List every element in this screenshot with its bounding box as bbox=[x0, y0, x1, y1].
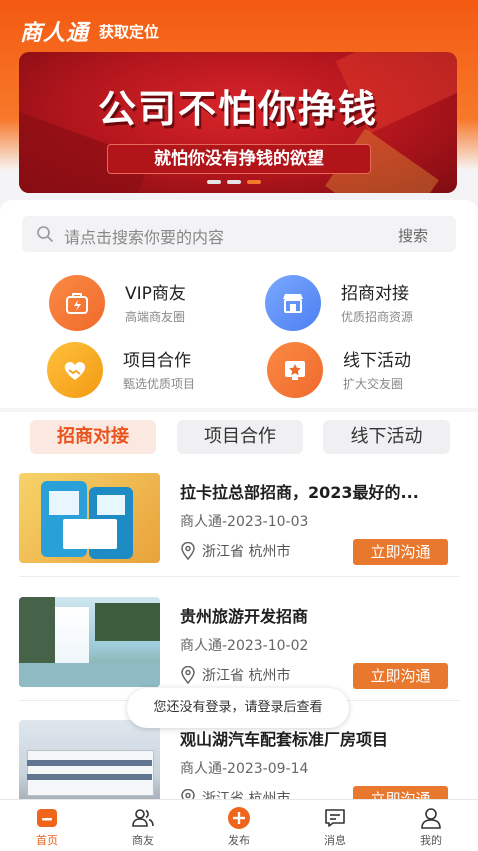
search-button[interactable]: 搜索 bbox=[398, 225, 428, 246]
location-pin-icon bbox=[181, 666, 195, 684]
profile-icon bbox=[421, 808, 441, 829]
menu-title: 线下活动 bbox=[343, 351, 411, 371]
app-logo: 商人通 bbox=[20, 21, 90, 46]
menu-title: VIP商友 bbox=[125, 284, 186, 304]
tabbar-label: 发布 bbox=[228, 834, 250, 847]
search-bar[interactable]: 请点击搜索你要的内容 搜索 bbox=[22, 216, 456, 252]
menu-vip[interactable]: VIP商友 高端商友圈 bbox=[49, 275, 259, 335]
listing-meta: 商人通-2023-10-02 bbox=[180, 638, 309, 654]
bag-lightning-icon bbox=[49, 275, 105, 331]
tabbar-friends[interactable]: 商友 bbox=[108, 800, 178, 851]
menu-subtitle: 甄选优质项目 bbox=[123, 377, 196, 391]
menu-title: 项目合作 bbox=[123, 351, 191, 371]
promo-banner[interactable]: 公司不怕你挣钱 就怕你没有挣钱的欲望 bbox=[19, 52, 457, 193]
menu-subtitle: 扩大交友圈 bbox=[343, 377, 404, 391]
menu-subtitle: 高端商友圈 bbox=[125, 310, 186, 324]
banner-indicator bbox=[207, 180, 261, 184]
menu-offline-events[interactable]: 线下活动 扩大交友圈 bbox=[267, 342, 477, 402]
bottom-tab-bar: 首页 商友 发布 消息 我的 bbox=[0, 799, 478, 851]
banner-subtitle: 就怕你没有挣钱的欲望 bbox=[107, 144, 371, 174]
tabbar-label: 首页 bbox=[36, 834, 58, 847]
listing-location: 浙江省 杭州市 bbox=[180, 541, 290, 561]
listing-location: 浙江省 杭州市 bbox=[180, 665, 290, 685]
listing-title: 贵州旅游开发招商 bbox=[180, 607, 309, 626]
listing-meta: 商人通-2023-10-03 bbox=[180, 514, 309, 530]
tabbar-home[interactable]: 首页 bbox=[12, 800, 82, 851]
get-location-button[interactable]: 获取定位 bbox=[99, 21, 159, 42]
publish-plus-icon bbox=[228, 807, 250, 829]
location-pin-icon bbox=[181, 542, 195, 560]
top-bar: 商人通 获取定位 bbox=[20, 14, 159, 48]
tab-offline-events[interactable]: 线下活动 bbox=[323, 420, 450, 454]
listing-location-text: 浙江省 杭州市 bbox=[202, 544, 291, 560]
menu-subtitle: 优质招商资源 bbox=[341, 310, 414, 324]
tabbar-profile[interactable]: 我的 bbox=[396, 800, 466, 851]
menu-investment[interactable]: 招商对接 优质招商资源 bbox=[265, 275, 475, 335]
listing-location-text: 浙江省 杭州市 bbox=[202, 668, 291, 684]
listing-image bbox=[19, 473, 160, 563]
listing-image bbox=[19, 597, 160, 687]
tabbar-label: 消息 bbox=[324, 834, 346, 847]
home-icon bbox=[37, 809, 57, 827]
friends-icon bbox=[132, 809, 154, 827]
listing-image bbox=[19, 720, 160, 810]
banner-title: 公司不怕你挣钱 bbox=[97, 86, 378, 131]
tabbar-label: 我的 bbox=[420, 834, 442, 847]
listing-meta: 商人通-2023-09-14 bbox=[180, 761, 309, 777]
contact-now-button[interactable]: 立即沟通 bbox=[353, 539, 448, 565]
tab-project[interactable]: 项目合作 bbox=[177, 420, 303, 454]
menu-title: 招商对接 bbox=[341, 284, 409, 304]
storefront-icon bbox=[265, 275, 321, 331]
listing-title: 拉卡拉总部招商，2023最好的... bbox=[180, 483, 419, 502]
banner-dot[interactable] bbox=[207, 180, 221, 184]
handshake-heart-icon bbox=[47, 342, 103, 398]
message-icon bbox=[325, 809, 345, 827]
search-placeholder[interactable]: 请点击搜索你要的内容 bbox=[64, 224, 224, 248]
listing-title: 观山湖汽车配套标准厂房项目 bbox=[180, 730, 389, 749]
menu-project[interactable]: 项目合作 甄选优质项目 bbox=[47, 342, 257, 402]
banner-dot-active[interactable] bbox=[247, 180, 261, 184]
divider bbox=[19, 576, 460, 577]
tabbar-messages[interactable]: 消息 bbox=[300, 800, 370, 851]
tab-investment[interactable]: 招商对接 bbox=[30, 420, 156, 454]
contact-now-button[interactable]: 立即沟通 bbox=[353, 663, 448, 689]
banner-dot[interactable] bbox=[227, 180, 241, 184]
tabbar-publish[interactable]: 发布 bbox=[204, 800, 274, 851]
search-icon bbox=[37, 226, 53, 242]
star-board-icon bbox=[267, 342, 323, 398]
login-toast: 您还没有登录，请登录后查看 bbox=[127, 688, 349, 728]
tabbar-label: 商友 bbox=[132, 834, 154, 847]
